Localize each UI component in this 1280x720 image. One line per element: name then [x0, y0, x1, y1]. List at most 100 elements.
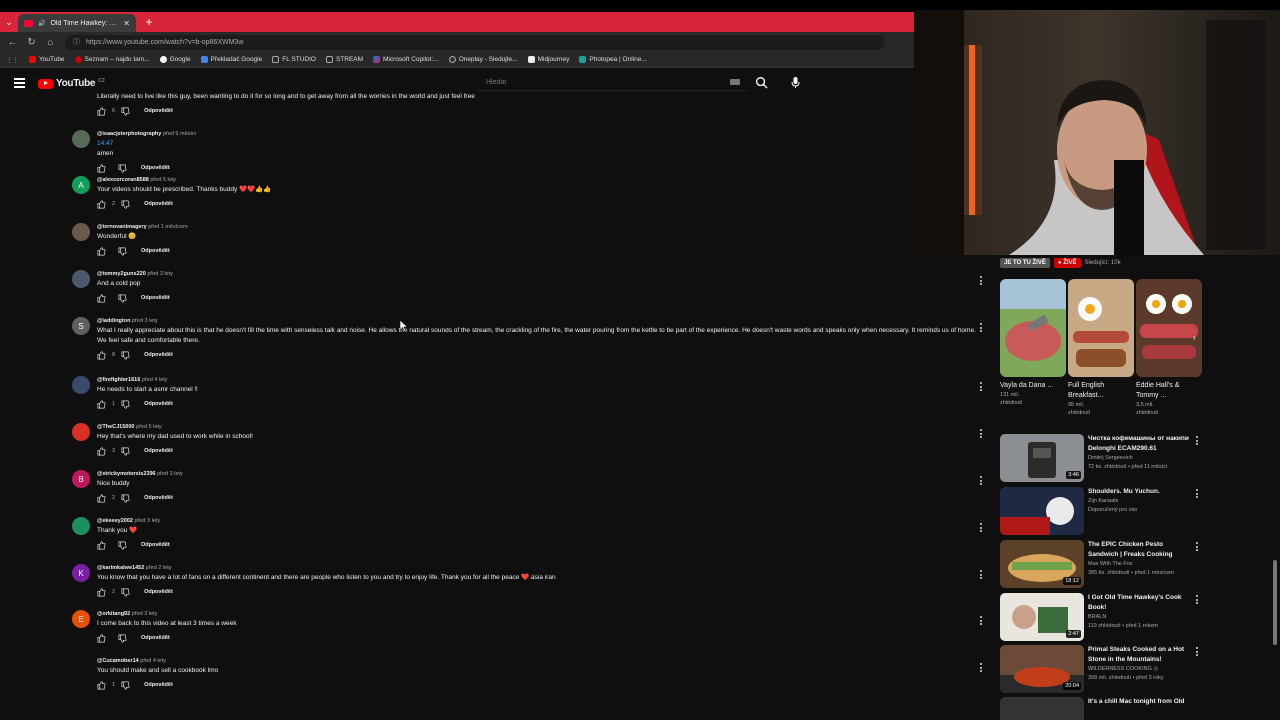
bookmark-midjourney[interactable]: Midjourney — [527, 56, 569, 63]
avatar[interactable] — [72, 223, 90, 241]
reply-button[interactable]: Odpovědět — [144, 108, 173, 114]
thumbs-up-icon[interactable] — [97, 399, 106, 409]
close-tab-icon[interactable]: ✕ — [123, 19, 130, 28]
comment-author[interactable]: @karimkalwe1452 — [97, 565, 144, 571]
thumbs-down-icon[interactable] — [121, 681, 130, 690]
bookmark-translate[interactable]: Překladač Google — [200, 56, 262, 63]
browser-tab-active[interactable]: 🔊 Old Time Hawkey: Fritz & Do... ✕ — [18, 14, 136, 32]
menu-icon[interactable] — [14, 78, 25, 90]
youtube-logo[interactable]: YouTube CZ — [38, 78, 105, 89]
short-thumbnail[interactable] — [1000, 279, 1066, 377]
comment-time[interactable]: před 4 lety — [142, 377, 168, 383]
video-thumbnail[interactable] — [1000, 487, 1084, 535]
search-input[interactable]: Hledat — [478, 74, 748, 91]
thumbs-down-icon[interactable] — [121, 494, 130, 503]
comment-author[interactable]: @ekeeey2002 — [97, 518, 133, 524]
thumbs-down-icon[interactable] — [121, 107, 130, 116]
bookmark-seznam[interactable]: Seznam – najdu tam... — [74, 56, 150, 63]
avatar[interactable] — [72, 130, 90, 148]
address-bar[interactable]: ⓘ https://www.youtube.com/watch?v=b-op86… — [65, 34, 885, 50]
back-button[interactable]: ← — [4, 34, 21, 51]
speaker-icon[interactable]: 🔊 — [38, 20, 45, 27]
thumbs-down-icon[interactable] — [121, 351, 130, 360]
comment-author[interactable]: @ternovanimagery — [97, 224, 147, 230]
comment-author[interactable]: @orkitang92 — [97, 611, 130, 617]
video-more-icon[interactable] — [1196, 542, 1198, 553]
reply-button[interactable]: Odpovědět — [141, 248, 170, 254]
video-more-icon[interactable] — [1196, 595, 1198, 606]
video-title[interactable]: Shoulders. Mu Yuchun. — [1088, 487, 1192, 497]
comment-author[interactable]: @Cucamober14 — [97, 658, 139, 664]
comment-more-icon[interactable] — [980, 476, 983, 487]
site-info-icon[interactable]: ⓘ — [73, 37, 80, 47]
thumbs-up-icon[interactable] — [97, 199, 106, 209]
comment-timestamp-link[interactable]: 14:47 — [97, 140, 113, 147]
comment-time[interactable]: před 3 lety — [132, 318, 158, 324]
video-title[interactable]: It's a chill Mac tonight from Old — [1088, 697, 1192, 707]
comment-author[interactable]: @TheCJ15000 — [97, 424, 134, 430]
reply-button[interactable]: Odpovědět — [144, 682, 173, 688]
reply-button[interactable]: Odpovědět — [144, 201, 173, 207]
comment-time[interactable]: před 5 lety — [150, 177, 176, 183]
reply-button[interactable]: Odpovědět — [144, 589, 173, 595]
video-more-icon[interactable] — [1196, 647, 1198, 658]
thumbs-down-icon[interactable] — [121, 588, 130, 597]
thumbs-up-icon[interactable] — [97, 293, 106, 303]
video-more-icon[interactable] — [1196, 489, 1198, 500]
thumbs-down-icon[interactable] — [118, 541, 127, 550]
new-tab-button[interactable]: + — [140, 13, 158, 31]
thumbs-up-icon[interactable] — [97, 106, 106, 116]
comment-time[interactable]: před 1 měsícem — [148, 224, 187, 230]
thumbs-down-icon[interactable] — [118, 247, 127, 256]
short-info[interactable]: Full English Breakfast... 95 mil. zhlédn… — [1068, 381, 1128, 417]
reply-button[interactable]: Odpovědět — [141, 542, 170, 548]
comment-more-icon[interactable] — [980, 276, 983, 287]
video-more-icon[interactable] — [1196, 436, 1198, 447]
search-icon[interactable] — [755, 76, 768, 89]
comment-time[interactable]: před 3 lety — [134, 518, 160, 524]
shorts-live-badge[interactable]: JE TO TU ŽIVĚ ● ŽIVĚ Sledující: 10k — [1000, 256, 1121, 269]
comment-more-icon[interactable] — [980, 523, 983, 534]
thumbs-up-icon[interactable] — [97, 246, 106, 256]
comment-time[interactable]: před 3 lety — [157, 471, 183, 477]
related-video[interactable]: It's a chill Mac tonight from Old — [1000, 697, 1200, 720]
avatar[interactable] — [72, 657, 90, 675]
video-channel[interactable]: BRALN — [1088, 613, 1192, 622]
comment-more-icon[interactable] — [980, 663, 983, 674]
thumbs-up-icon[interactable] — [97, 633, 106, 643]
comment-time[interactable]: před 5 lety — [136, 424, 162, 430]
video-title[interactable]: Primal Steaks Cooked on a Hot Stone in t… — [1088, 645, 1192, 665]
bookmark-fl-studio[interactable]: FL STUDIO — [272, 56, 316, 63]
comment-time[interactable]: před 2 lety — [146, 565, 172, 571]
reply-button[interactable]: Odpovědět — [144, 401, 173, 407]
thumbs-up-icon[interactable] — [97, 163, 106, 173]
thumbs-down-icon[interactable] — [121, 447, 130, 456]
related-video[interactable]: 18:12 The EPIC Chicken Pesto Sandwich | … — [1000, 540, 1200, 590]
reply-button[interactable]: Odpovědět — [141, 635, 170, 641]
video-thumbnail[interactable] — [1000, 697, 1084, 720]
video-channel[interactable]: Max With The Fox — [1088, 560, 1192, 569]
short-thumbnail[interactable] — [1068, 279, 1134, 377]
avatar[interactable]: A — [72, 176, 90, 194]
bookmark-stream[interactable]: STREAM — [325, 56, 363, 63]
reply-button[interactable]: Odpovědět — [141, 165, 170, 171]
related-video[interactable]: 3:46 Чистка кофемашины от накипи Delongh… — [1000, 434, 1200, 484]
comment-more-icon[interactable] — [980, 323, 983, 334]
video-channel[interactable]: WILDERNESS COOKING ◎ — [1088, 665, 1192, 674]
keyboard-icon[interactable] — [730, 79, 740, 85]
related-video[interactable]: 2:47 I Got Old Time Hawkey's Cook Book! … — [1000, 593, 1200, 643]
bookmark-copilot[interactable]: Microsoft Copilot:... — [373, 56, 439, 63]
comment-more-icon[interactable] — [980, 382, 983, 393]
tab-search-icon[interactable]: ⌄ — [0, 12, 18, 32]
avatar[interactable]: E — [72, 610, 90, 628]
related-video[interactable]: 20:04 Primal Steaks Cooked on a Hot Ston… — [1000, 645, 1200, 695]
comment-more-icon[interactable] — [980, 570, 983, 581]
bookmark-google[interactable]: Google — [159, 56, 191, 63]
comment-author[interactable]: @isaacjeterphotography — [97, 131, 161, 137]
video-channel[interactable]: Zijn Kanaals — [1088, 497, 1192, 506]
reply-button[interactable]: Odpovědět — [144, 352, 173, 358]
home-button[interactable]: ⌂ — [42, 34, 59, 51]
comment-time[interactable]: před 4 lety — [140, 658, 166, 664]
thumbs-down-icon[interactable] — [118, 294, 127, 303]
reload-button[interactable]: ↻ — [23, 34, 40, 51]
